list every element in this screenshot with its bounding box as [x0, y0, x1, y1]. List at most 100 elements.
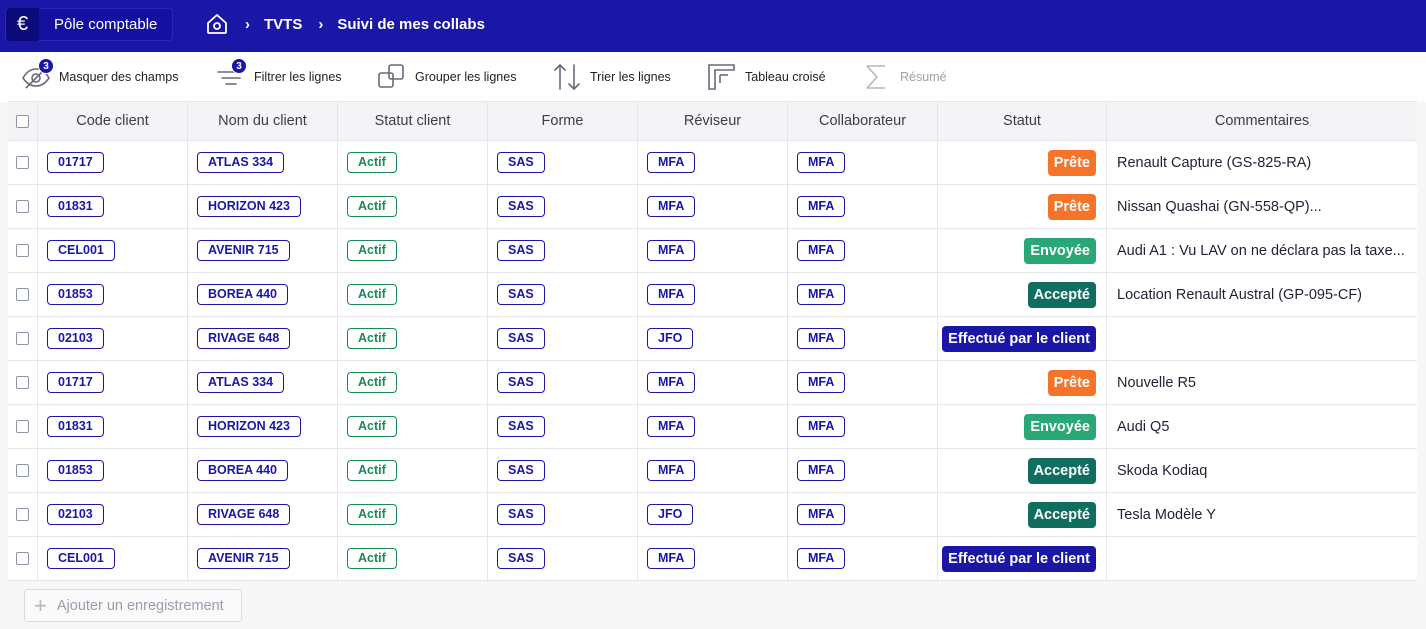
- cell-reviseur[interactable]: MFA: [638, 405, 788, 448]
- cell-forme[interactable]: SAS: [488, 537, 638, 580]
- cell-statut-client[interactable]: Actif: [338, 185, 488, 228]
- cell-commentaires[interactable]: [1107, 317, 1417, 360]
- cell-code-client[interactable]: 01853: [38, 273, 188, 316]
- column-header-forme[interactable]: Forme: [488, 102, 638, 140]
- add-record-button[interactable]: + Ajouter un enregistrement: [24, 589, 242, 622]
- cell-code-client[interactable]: 01831: [38, 405, 188, 448]
- cell-statut[interactable]: Accepté: [938, 493, 1107, 536]
- cell-commentaires[interactable]: Audi A1 : Vu LAV on ne déclara pas la ta…: [1107, 229, 1417, 272]
- cell-statut[interactable]: Envoyée: [938, 229, 1107, 272]
- cell-commentaires[interactable]: Tesla Modèle Y: [1107, 493, 1417, 536]
- cell-statut-client[interactable]: Actif: [338, 317, 488, 360]
- cell-statut[interactable]: Prête: [938, 361, 1107, 404]
- cell-collaborateur[interactable]: MFA: [788, 405, 938, 448]
- cell-nom-client[interactable]: HORIZON 423: [188, 405, 338, 448]
- row-checkbox[interactable]: [16, 156, 29, 169]
- cell-statut[interactable]: Prête: [938, 185, 1107, 228]
- cell-commentaires[interactable]: Nouvelle R5: [1107, 361, 1417, 404]
- home-icon[interactable]: [205, 12, 229, 36]
- summary-button[interactable]: Résumé: [861, 60, 947, 94]
- cell-forme[interactable]: SAS: [488, 229, 638, 272]
- table-row[interactable]: 02103 RIVAGE 648 Actif SAS JFO MFA Accepté Tesl…: [8, 493, 1417, 537]
- column-header-collaborateur[interactable]: Collaborateur: [788, 102, 938, 140]
- row-checkbox[interactable]: [16, 552, 29, 565]
- cell-nom-client[interactable]: BOREA 440: [188, 273, 338, 316]
- breadcrumb-tvts[interactable]: TVTS: [264, 16, 302, 33]
- cell-statut-client[interactable]: Actif: [338, 537, 488, 580]
- cell-statut[interactable]: Accepté: [938, 449, 1107, 492]
- cell-collaborateur[interactable]: MFA: [788, 273, 938, 316]
- column-header-nom-client[interactable]: Nom du client: [188, 102, 338, 140]
- cell-statut-client[interactable]: Actif: [338, 493, 488, 536]
- cell-code-client[interactable]: 02103: [38, 493, 188, 536]
- cell-statut[interactable]: Accepté: [938, 273, 1107, 316]
- row-checkbox[interactable]: [16, 244, 29, 257]
- cell-collaborateur[interactable]: MFA: [788, 317, 938, 360]
- cell-forme[interactable]: SAS: [488, 493, 638, 536]
- cell-commentaires[interactable]: Audi Q5: [1107, 405, 1417, 448]
- table-row[interactable]: CEL001 AVENIR 715 Actif SAS MFA MFA Effectué p…: [8, 537, 1417, 581]
- row-checkbox[interactable]: [16, 420, 29, 433]
- column-header-statut-client[interactable]: Statut client: [338, 102, 488, 140]
- table-row[interactable]: 01853 BOREA 440 Actif SAS MFA MFA Accepté Locat…: [8, 273, 1417, 317]
- table-row[interactable]: 01853 BOREA 440 Actif SAS MFA MFA Accepté Skoda…: [8, 449, 1417, 493]
- cell-code-client[interactable]: 01831: [38, 185, 188, 228]
- row-checkbox[interactable]: [16, 288, 29, 301]
- cell-reviseur[interactable]: MFA: [638, 537, 788, 580]
- cell-statut-client[interactable]: Actif: [338, 273, 488, 316]
- cell-nom-client[interactable]: ATLAS 334: [188, 141, 338, 184]
- hide-fields-button[interactable]: 3 Masquer des champs: [20, 58, 179, 94]
- cell-nom-client[interactable]: ATLAS 334: [188, 361, 338, 404]
- cell-nom-client[interactable]: AVENIR 715: [188, 229, 338, 272]
- cell-statut-client[interactable]: Actif: [338, 141, 488, 184]
- cell-nom-client[interactable]: AVENIR 715: [188, 537, 338, 580]
- cell-statut-client[interactable]: Actif: [338, 229, 488, 272]
- row-checkbox[interactable]: [16, 200, 29, 213]
- row-checkbox[interactable]: [16, 332, 29, 345]
- cell-forme[interactable]: SAS: [488, 273, 638, 316]
- table-row[interactable]: 01831 HORIZON 423 Actif SAS MFA MFA Prête Nissa…: [8, 185, 1417, 229]
- cell-nom-client[interactable]: BOREA 440: [188, 449, 338, 492]
- cell-reviseur[interactable]: JFO: [638, 493, 788, 536]
- cell-forme[interactable]: SAS: [488, 141, 638, 184]
- cell-code-client[interactable]: CEL001: [38, 229, 188, 272]
- cell-statut[interactable]: Envoyée: [938, 405, 1107, 448]
- cell-nom-client[interactable]: HORIZON 423: [188, 185, 338, 228]
- cell-forme[interactable]: SAS: [488, 185, 638, 228]
- cell-reviseur[interactable]: MFA: [638, 361, 788, 404]
- cell-collaborateur[interactable]: MFA: [788, 493, 938, 536]
- cell-commentaires[interactable]: Location Renault Austral (GP-095-CF): [1107, 273, 1417, 316]
- cell-forme[interactable]: SAS: [488, 361, 638, 404]
- cell-reviseur[interactable]: MFA: [638, 185, 788, 228]
- cell-reviseur[interactable]: JFO: [638, 317, 788, 360]
- cell-collaborateur[interactable]: MFA: [788, 449, 938, 492]
- cell-statut[interactable]: Prête: [938, 141, 1107, 184]
- cell-code-client[interactable]: 01853: [38, 449, 188, 492]
- cell-statut-client[interactable]: Actif: [338, 405, 488, 448]
- table-row[interactable]: 01717 ATLAS 334 Actif SAS MFA MFA Prête Nouvell…: [8, 361, 1417, 405]
- cell-commentaires[interactable]: Skoda Kodiaq: [1107, 449, 1417, 492]
- cell-statut-client[interactable]: Actif: [338, 361, 488, 404]
- cell-statut[interactable]: Effectué par le client: [938, 537, 1107, 580]
- cell-collaborateur[interactable]: MFA: [788, 361, 938, 404]
- table-row[interactable]: CEL001 AVENIR 715 Actif SAS MFA MFA Envoyée Aud…: [8, 229, 1417, 273]
- cell-reviseur[interactable]: MFA: [638, 141, 788, 184]
- cell-statut-client[interactable]: Actif: [338, 449, 488, 492]
- column-header-statut[interactable]: Statut: [938, 102, 1107, 140]
- cell-collaborateur[interactable]: MFA: [788, 229, 938, 272]
- cell-forme[interactable]: SAS: [488, 317, 638, 360]
- row-checkbox[interactable]: [16, 464, 29, 477]
- table-row[interactable]: 01717 ATLAS 334 Actif SAS MFA MFA Prête Renault…: [8, 141, 1417, 185]
- breadcrumb-current-view[interactable]: Suivi de mes collabs: [337, 16, 485, 33]
- cell-collaborateur[interactable]: MFA: [788, 141, 938, 184]
- column-header-commentaires[interactable]: Commentaires: [1107, 102, 1417, 140]
- table-row[interactable]: 02103 RIVAGE 648 Actif SAS JFO MFA Effectué pa…: [8, 317, 1417, 361]
- cell-reviseur[interactable]: MFA: [638, 449, 788, 492]
- cell-commentaires[interactable]: Renault Capture (GS-825-RA): [1107, 141, 1417, 184]
- cell-collaborateur[interactable]: MFA: [788, 185, 938, 228]
- cell-code-client[interactable]: CEL001: [38, 537, 188, 580]
- cell-nom-client[interactable]: RIVAGE 648: [188, 493, 338, 536]
- cell-forme[interactable]: SAS: [488, 449, 638, 492]
- row-checkbox[interactable]: [16, 376, 29, 389]
- filter-rows-button[interactable]: 3 Filtrer les lignes: [215, 58, 342, 94]
